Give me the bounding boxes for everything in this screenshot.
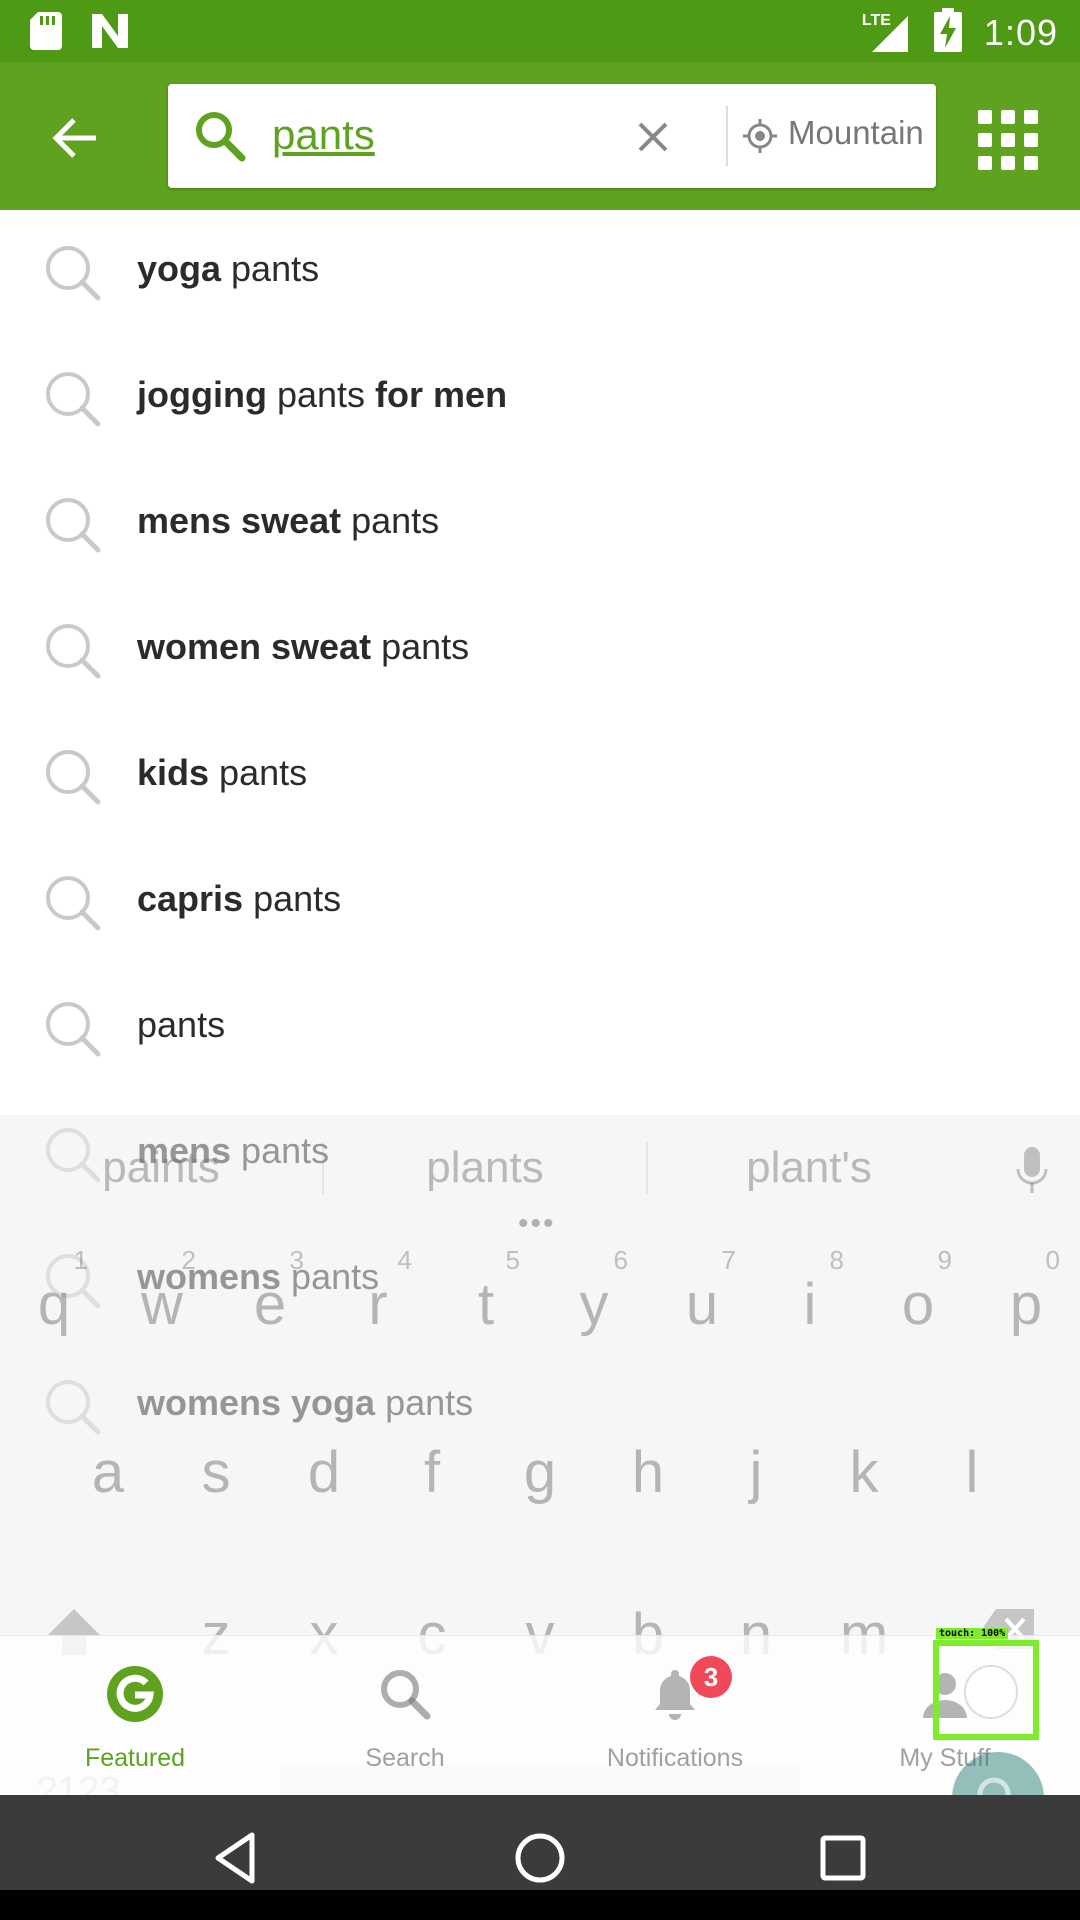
suggestion-item[interactable]: mens sweat pants bbox=[0, 462, 1080, 588]
suggestion-text: jogging pants for men bbox=[137, 374, 507, 416]
suggestion-bold: yoga bbox=[137, 248, 222, 289]
suggestion-bold: mens bbox=[137, 1130, 232, 1171]
suggestion-item[interactable]: pants bbox=[0, 966, 1080, 1092]
suggestion-normal: pants bbox=[341, 500, 440, 541]
search-bar: Mountain View bbox=[168, 84, 936, 188]
search-icon bbox=[42, 746, 104, 808]
apps-grid-button[interactable] bbox=[970, 102, 1046, 178]
search-icon bbox=[42, 872, 104, 934]
suggestion-normal: pants bbox=[137, 1004, 226, 1045]
suggestion-item[interactable]: yoga pants bbox=[0, 210, 1080, 336]
navbar-strip bbox=[0, 1890, 1080, 1920]
app-bar: Mountain View bbox=[0, 62, 1080, 210]
suggestion-text: kids pants bbox=[137, 752, 307, 794]
suggestion-text: pants bbox=[137, 1004, 225, 1046]
suggestion-bold: capris bbox=[137, 878, 244, 919]
suggestion-normal: pants bbox=[231, 1130, 330, 1171]
search-icon bbox=[42, 1376, 104, 1438]
system-home-button[interactable] bbox=[505, 1823, 575, 1893]
battery-charging-icon bbox=[933, 8, 962, 57]
suggestion-item[interactable]: womens pants bbox=[0, 1218, 1080, 1344]
notification-badge: 3 bbox=[690, 1656, 732, 1698]
suggestion-text: capris pants bbox=[137, 878, 341, 920]
divider bbox=[726, 106, 728, 166]
suggestion-bold: womens yoga bbox=[137, 1382, 376, 1423]
search-icon bbox=[192, 108, 248, 164]
search-icon bbox=[42, 620, 104, 682]
square-recents-icon bbox=[820, 1835, 866, 1881]
search-input[interactable] bbox=[272, 102, 572, 168]
suggestion-normal: pants bbox=[375, 1382, 474, 1423]
location-target-icon[interactable] bbox=[740, 116, 780, 156]
search-icon bbox=[42, 494, 104, 556]
search-icon bbox=[42, 1250, 104, 1312]
suggestion-normal: pants bbox=[371, 626, 470, 667]
suggestion-normal: pants bbox=[266, 374, 376, 415]
suggestion-text: womens yoga pants bbox=[137, 1382, 473, 1424]
nav-label: Notifications bbox=[606, 1744, 744, 1772]
system-recents-button[interactable] bbox=[808, 1823, 878, 1893]
suggestion-tail: for men bbox=[375, 374, 508, 415]
status-bar: LTE 1:09 bbox=[0, 0, 1080, 62]
nav-item-search[interactable]: Search bbox=[270, 1636, 540, 1796]
system-back-button[interactable] bbox=[202, 1823, 272, 1893]
bottom-navigation: Featured Search 3 Notifications My Stuff bbox=[0, 1635, 1080, 1795]
suggestion-bold: jogging bbox=[137, 374, 267, 415]
search-icon bbox=[42, 1124, 104, 1186]
suggestion-item[interactable]: kids pants bbox=[0, 714, 1080, 840]
n-notification-icon bbox=[90, 12, 130, 55]
suggestion-list: yoga pants jogging pants for men mens swea… bbox=[0, 210, 1080, 1470]
suggestion-bold: women sweat bbox=[137, 626, 372, 667]
clock: 1:09 bbox=[983, 11, 1058, 53]
suggestion-bold: womens bbox=[137, 1256, 282, 1297]
grid-icon bbox=[978, 110, 1038, 170]
search-icon bbox=[42, 368, 104, 430]
search-icon bbox=[42, 998, 104, 1060]
suggestion-item[interactable]: womens yoga pants bbox=[0, 1344, 1080, 1470]
suggestion-normal: pants bbox=[243, 878, 342, 919]
nav-label: Search bbox=[365, 1744, 445, 1772]
touch-indicator bbox=[933, 1640, 1039, 1740]
touch-ripple-icon bbox=[964, 1665, 1018, 1719]
touch-label: touch: 100% bbox=[936, 1628, 1009, 1639]
suggestion-text: mens pants bbox=[137, 1130, 329, 1172]
nav-item-featured[interactable]: Featured bbox=[0, 1636, 270, 1796]
search-icon bbox=[42, 242, 104, 304]
close-icon bbox=[638, 122, 668, 152]
nav-label: Featured bbox=[84, 1744, 186, 1772]
g-logo-icon bbox=[105, 1664, 165, 1724]
suggestion-bold: mens sweat bbox=[137, 500, 342, 541]
sd-card-icon bbox=[30, 12, 62, 55]
nav-item-notifications[interactable]: 3 Notifications bbox=[540, 1636, 810, 1796]
suggestion-normal: pants bbox=[209, 752, 308, 793]
suggestion-text: mens sweat pants bbox=[137, 500, 439, 542]
location-label[interactable]: Mountain View bbox=[788, 114, 928, 152]
circle-home-icon bbox=[515, 1833, 565, 1883]
suggestion-item[interactable]: mens pants bbox=[0, 1092, 1080, 1218]
triangle-back-icon bbox=[215, 1832, 255, 1884]
search-icon bbox=[375, 1664, 435, 1724]
suggestion-text: women sweat pants bbox=[137, 626, 469, 668]
suggestion-text: womens pants bbox=[137, 1256, 379, 1298]
suggestion-bold: kids bbox=[137, 752, 210, 793]
back-button[interactable] bbox=[38, 102, 110, 174]
suggestion-item[interactable]: women sweat pants bbox=[0, 588, 1080, 714]
suggestion-normal: pants bbox=[281, 1256, 380, 1297]
suggestion-item[interactable]: jogging pants for men bbox=[0, 336, 1080, 462]
suggestion-item[interactable]: capris pants bbox=[0, 840, 1080, 966]
suggestion-text: yoga pants bbox=[137, 248, 319, 290]
clear-search-button[interactable] bbox=[628, 112, 678, 162]
suggestion-normal: pants bbox=[221, 248, 320, 289]
signal-icon: LTE bbox=[862, 12, 912, 54]
arrow-left-icon bbox=[52, 118, 96, 158]
